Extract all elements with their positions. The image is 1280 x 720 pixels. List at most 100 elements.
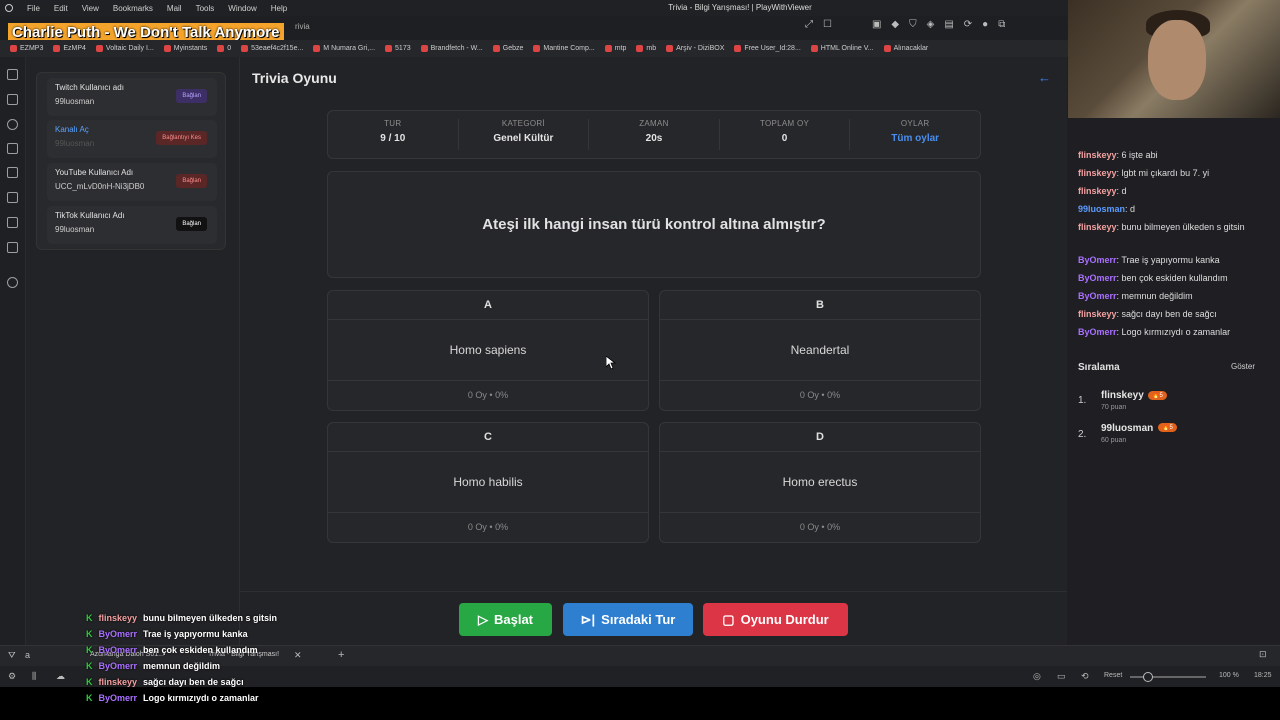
- next-round-button[interactable]: ⊳| Sıradaki Tur: [563, 603, 693, 636]
- twitch-connect-button[interactable]: Bağlan: [176, 89, 207, 103]
- mail-icon[interactable]: [7, 242, 18, 253]
- window-icon[interactable]: ▭: [1057, 671, 1066, 682]
- bookmark-item[interactable]: Mantine Comp...: [533, 45, 595, 52]
- chat-username[interactable]: ByOmerr: [1078, 255, 1117, 265]
- refresh-icon[interactable]: ⟳: [964, 19, 972, 30]
- reading-list-icon[interactable]: [7, 192, 18, 203]
- bookmark-item[interactable]: Free User_Id:28...: [734, 45, 801, 52]
- bookmark-label: Voltaic Daily I...: [105, 45, 154, 52]
- chat-username[interactable]: flinskeyy: [1078, 186, 1117, 196]
- option-d[interactable]: D Homo erectus 0 Oy • 0%: [659, 422, 981, 543]
- address-bar[interactable]: rivia: [295, 22, 310, 31]
- chat-text: d: [1130, 204, 1136, 214]
- play-icon: ▷: [477, 611, 488, 627]
- settings-icon[interactable]: ⚙: [8, 671, 16, 682]
- notes-icon[interactable]: [7, 143, 18, 154]
- chat-username[interactable]: flinskeyy: [1078, 222, 1117, 232]
- workspace-icon[interactable]: ⛛: [8, 650, 16, 661]
- bookmark-item[interactable]: Alınacaklar: [883, 45, 928, 52]
- bookmark-item[interactable]: Arşiv - DiziBOX: [666, 45, 724, 52]
- rank-number: 2.: [1078, 429, 1087, 440]
- translate-icon[interactable]: [7, 167, 18, 178]
- stop-game-button[interactable]: ▢ Oyunu Durdur: [703, 603, 848, 636]
- capture-icon[interactable]: ◎: [1033, 671, 1041, 682]
- zoom-slider-handle[interactable]: [1143, 672, 1153, 682]
- bookmark-item[interactable]: M Numara Gri,...: [313, 45, 375, 52]
- side-panel: Twitch Kullanıcı adı 99luosman Bağlan Ka…: [26, 57, 240, 645]
- youtube-connect-button[interactable]: Bağlan: [176, 174, 207, 188]
- menu-help[interactable]: Help: [271, 4, 287, 13]
- bookmark-item[interactable]: Gebze: [492, 45, 523, 52]
- disconnect-button[interactable]: Bağlantıyı Kes: [156, 131, 207, 145]
- bookmark-item[interactable]: HTML Online V...: [810, 45, 874, 52]
- chat-username[interactable]: flinskeyy: [1078, 168, 1117, 178]
- page-actions-icon[interactable]: ⟲: [1081, 671, 1089, 682]
- chat-username[interactable]: ByOmerr: [1078, 327, 1117, 337]
- menu-window[interactable]: Window: [228, 4, 256, 13]
- option-a[interactable]: A Homo sapiens 0 Oy • 0%: [327, 290, 649, 411]
- tiktok-connect-button[interactable]: Bağlan: [176, 217, 207, 231]
- bookmark-icon[interactable]: ☐: [823, 19, 832, 30]
- left-rail: [0, 57, 26, 645]
- shield-icon[interactable]: ⛉: [909, 19, 917, 30]
- menu-mail[interactable]: Mail: [167, 4, 182, 13]
- overlay-chat-username: flinskeyy: [98, 613, 138, 623]
- bookmark-item[interactable]: mb: [636, 45, 656, 52]
- window-icon[interactable]: ⧉: [998, 19, 1005, 30]
- new-tab-icon[interactable]: +: [338, 649, 344, 661]
- chat-username[interactable]: flinskeyy: [1078, 150, 1117, 160]
- chat-username[interactable]: ByOmerr: [1078, 273, 1117, 283]
- overlay-chat-text: Trae iş yapıyormu kanka: [143, 629, 248, 639]
- back-arrow-icon[interactable]: ←: [1038, 70, 1051, 85]
- bookmark-item[interactable]: Voltaic Daily I...: [95, 45, 154, 52]
- option-b[interactable]: B Neandertal 0 Oy • 0%: [659, 290, 981, 411]
- bookmark-item[interactable]: 53eaef4c2f15e...: [241, 45, 303, 52]
- menu-tools[interactable]: Tools: [196, 4, 215, 13]
- start-button[interactable]: ▷ Başlat: [459, 603, 552, 636]
- workspace-letter[interactable]: a: [25, 650, 30, 660]
- menu-file[interactable]: File: [27, 4, 40, 13]
- all-votes-link[interactable]: Tüm oylar: [850, 133, 980, 144]
- kick-icon: K: [86, 629, 93, 639]
- overlay-chat-text: Logo kırmızıydı o zamanlar: [143, 693, 259, 703]
- menu-view[interactable]: View: [82, 4, 99, 13]
- bookmark-item[interactable]: 5173: [385, 45, 411, 52]
- option-c[interactable]: C Homo habilis 0 Oy • 0%: [327, 422, 649, 543]
- menu-edit[interactable]: Edit: [54, 4, 68, 13]
- bookmark-item[interactable]: EzMP4: [53, 45, 86, 52]
- chat-username[interactable]: 99luosman: [1078, 204, 1125, 214]
- bookmark-item[interactable]: EZMP3: [10, 45, 43, 52]
- profile-icon[interactable]: ●: [982, 19, 988, 30]
- panel-icon[interactable]: ⫼: [32, 671, 36, 682]
- menu-bookmarks[interactable]: Bookmarks: [113, 4, 153, 13]
- add-panel-icon[interactable]: [7, 277, 18, 288]
- download-icon[interactable]: [7, 94, 18, 105]
- close-tab-icon[interactable]: ✕: [294, 650, 302, 661]
- extension-icon[interactable]: ◈: [927, 19, 935, 30]
- option-letter: B: [660, 291, 980, 320]
- stat-total-votes: TOPLAM OY 0: [720, 119, 851, 150]
- cloud-icon[interactable]: ☁: [56, 671, 65, 682]
- stat-value: Genel Kültür: [493, 133, 554, 144]
- ranking-title: Sıralama: [1078, 362, 1120, 373]
- zoom-reset-button[interactable]: Reset: [1104, 672, 1122, 679]
- extension-icon[interactable]: ▣: [872, 19, 881, 30]
- chat-username[interactable]: flinskeyy: [1078, 309, 1117, 319]
- ranking-show-button[interactable]: Göster: [1231, 362, 1255, 371]
- bookmark-item[interactable]: Brandfetch - W...: [420, 45, 483, 52]
- toolbar-icons: ⤢ ☐ ▣ ◆ ⛉ ◈ ▤ ⟳ ● ⧉: [805, 19, 1005, 30]
- bookmark-item[interactable]: 0: [217, 45, 231, 52]
- open-channel-link[interactable]: Kanalı Aç: [55, 125, 89, 134]
- bookmark-item[interactable]: Myinstants: [163, 45, 207, 52]
- skip-icon: ⊳|: [580, 611, 596, 627]
- bookmark-icon[interactable]: [7, 69, 18, 80]
- extension-icon[interactable]: ▤: [944, 19, 953, 30]
- contacts-icon[interactable]: [7, 217, 18, 228]
- chat-username[interactable]: ByOmerr: [1078, 291, 1117, 301]
- zoom-slider[interactable]: [1130, 676, 1206, 678]
- history-icon[interactable]: [7, 119, 18, 130]
- bookmark-item[interactable]: mtp: [604, 45, 626, 52]
- panel-toggle-icon[interactable]: ⊡: [1259, 649, 1267, 660]
- extension-icon[interactable]: ◆: [891, 19, 899, 30]
- translate-icon[interactable]: ⤢: [805, 19, 813, 30]
